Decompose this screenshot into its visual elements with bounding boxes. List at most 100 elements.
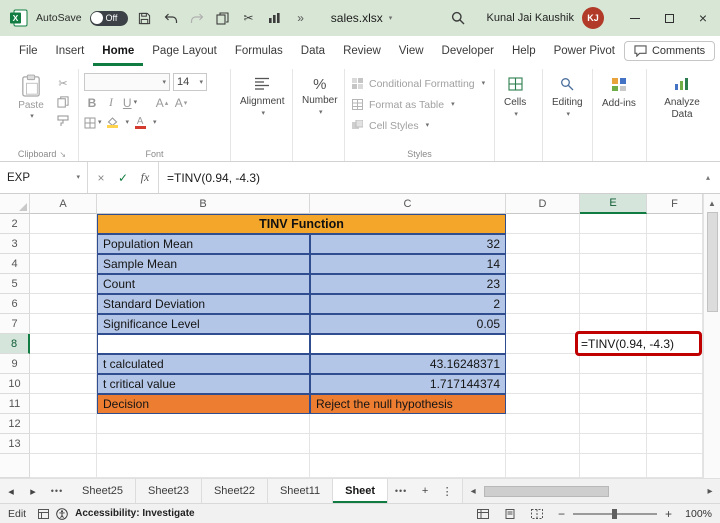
cell[interactable] [30,454,97,478]
cell-B4[interactable]: Sample Mean [97,254,310,274]
cell-D7[interactable] [506,314,580,334]
cell-A12[interactable] [30,414,97,434]
tab-insert[interactable]: Insert [47,36,94,66]
cell-A3[interactable] [30,234,97,254]
cell-F5[interactable] [647,274,703,294]
cell-A5[interactable] [30,274,97,294]
cell-E5[interactable] [580,274,647,294]
autosave-toggle[interactable]: Off [89,10,128,26]
cell-D8[interactable] [506,334,580,354]
comments-button[interactable]: Comments [623,41,716,61]
dialog-launcher-icon[interactable]: ↘ [59,150,66,159]
column-header-B[interactable]: B [97,194,310,214]
font-color-button[interactable]: A [132,114,148,131]
format-painter-icon[interactable] [55,114,71,128]
close-button[interactable]: × [686,0,720,36]
zoom-in-button[interactable]: + [665,507,672,521]
cell-B12[interactable] [97,414,310,434]
scroll-right-icon[interactable]: ▸ [702,486,718,497]
cell-B11[interactable]: Decision [97,394,310,414]
cells-button[interactable]: Cells ▾ [500,71,530,146]
tab-sheet11[interactable]: Sheet11 [267,479,334,503]
cell[interactable] [506,454,580,478]
cell-F13[interactable] [647,434,703,454]
cell[interactable] [310,454,506,478]
page-break-view-icon[interactable] [530,508,543,519]
scroll-left-icon[interactable]: ◂ [465,486,481,497]
row-header-9[interactable]: 9 [0,354,30,374]
cell-C3[interactable]: 32 [310,234,506,254]
cell-D4[interactable] [506,254,580,274]
page-layout-view-icon[interactable] [504,508,516,519]
cell-E4[interactable] [580,254,647,274]
cell-E2[interactable] [580,214,647,234]
cell-C4[interactable]: 14 [310,254,506,274]
column-header-A[interactable]: A [30,194,97,214]
redo-button[interactable] [188,8,206,28]
tab-data[interactable]: Data [292,36,334,66]
cell-C6[interactable]: 2 [310,294,506,314]
user-name[interactable]: Kunal Jai Kaushik [487,12,574,24]
editing-button[interactable]: Editing ▾ [548,71,587,146]
format-as-table-button[interactable]: Format as Table ▾ [350,95,485,114]
cell-F10[interactable] [647,374,703,394]
sheet-list-more-right-icon[interactable]: ••• [388,479,414,503]
cell-B8[interactable] [97,334,310,354]
cell-C9[interactable]: 43.16248371 [310,354,506,374]
formula-bar-expand-icon[interactable]: ▴ [696,162,720,193]
cell-D12[interactable] [506,414,580,434]
conditional-formatting-button[interactable]: Conditional Formatting ▾ [350,74,485,93]
excel-app-icon[interactable]: X [10,9,28,27]
scroll-up-icon[interactable]: ▲ [708,196,716,210]
cell-F4[interactable] [647,254,703,274]
bold-button[interactable]: B [84,94,100,111]
horizontal-scrollbar[interactable]: ◂ ▸ [462,479,720,503]
cell-A4[interactable] [30,254,97,274]
tab-sheet-active[interactable]: Sheet [333,479,389,503]
addins-button[interactable]: Add-ins [598,71,640,146]
row-header-13[interactable]: 13 [0,434,30,454]
cell-C11[interactable]: Reject the null hypothesis [310,394,506,414]
cell-F3[interactable] [647,234,703,254]
cell-A11[interactable] [30,394,97,414]
cell-B10[interactable]: t critical value [97,374,310,394]
normal-view-icon[interactable] [476,508,489,519]
vertical-scrollbar-thumb[interactable] [706,212,718,312]
copy-button[interactable] [214,8,232,28]
cell-D3[interactable] [506,234,580,254]
horizontal-scroll-track[interactable] [481,485,702,498]
zoom-slider-thumb[interactable] [611,508,617,519]
cell-B13[interactable] [97,434,310,454]
cell-styles-button[interactable]: Cell Styles ▾ [350,116,485,135]
tab-options-icon[interactable]: ⋮ [436,479,458,503]
sheet-nav-right-icon[interactable]: ▸ [22,479,44,503]
cell-C13[interactable] [310,434,506,454]
number-format-button[interactable]: % Number ▾ [298,71,342,146]
horizontal-scrollbar-thumb[interactable] [484,485,610,497]
zoom-out-button[interactable]: − [558,507,565,521]
fill-color-button[interactable] [105,114,121,131]
accessibility-status[interactable]: Accessibility: Investigate [75,508,195,519]
borders-button[interactable]: ▾ [84,114,102,131]
tab-view[interactable]: View [390,36,433,66]
minimize-button[interactable] [618,0,652,36]
tab-formulas[interactable]: Formulas [226,36,292,66]
row-header-4[interactable]: 4 [0,254,30,274]
cell-D2[interactable] [506,214,580,234]
cell-A13[interactable] [30,434,97,454]
row-header-7[interactable]: 7 [0,314,30,334]
cell-D10[interactable] [506,374,580,394]
tab-review[interactable]: Review [334,36,390,66]
column-header-F[interactable]: F [647,194,703,214]
cell-B3[interactable]: Population Mean [97,234,310,254]
cell-A2[interactable] [30,214,97,234]
tab-home[interactable]: Home [93,36,143,66]
analyze-data-button[interactable]: Analyze Data [652,71,712,146]
row-header-11[interactable]: 11 [0,394,30,414]
cell[interactable] [647,454,703,478]
cell[interactable] [580,454,647,478]
cell-D13[interactable] [506,434,580,454]
cell-E9[interactable] [580,354,647,374]
save-button[interactable] [136,8,154,28]
row-header-5[interactable]: 5 [0,274,30,294]
